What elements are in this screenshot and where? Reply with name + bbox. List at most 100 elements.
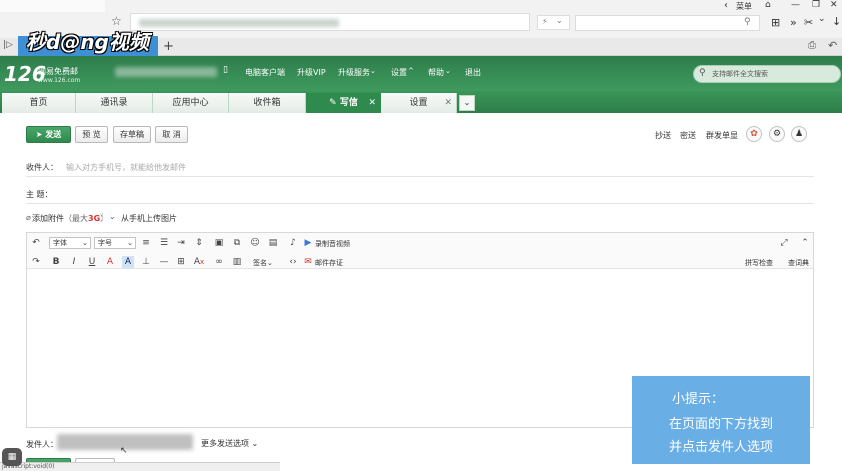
mail-header: 126 网易免费邮 www.126.com ▯ 电脑客户端 升级VIP 升级服务… [0,56,842,91]
menu-label[interactable]: 菜单 [736,1,752,12]
collapse-icon[interactable]: ⌃ [799,237,811,249]
link-upgrade-vip[interactable]: 升级VIP [297,67,326,78]
tab-contacts[interactable]: 通讯录 [76,93,153,113]
tab-close-icon[interactable]: ✕ [444,93,452,113]
skin-icon[interactable]: ⌂ [765,0,771,10]
font-family-select[interactable]: 字体 ⌄ [49,237,91,249]
tab-app-center[interactable]: 应用中心 [153,93,229,113]
user-icon[interactable]: ♟ [791,126,807,142]
attach-size: 3G [88,214,101,223]
mail-certify-button[interactable]: 邮件存证 [315,258,343,268]
chevron-up-icon[interactable]: ^ [408,67,414,75]
preview-button[interactable]: 预 览 [75,126,108,143]
tab-inbox[interactable]: 收件箱 [229,93,306,113]
tab-close-icon[interactable]: ✕ [368,93,376,113]
link-settings[interactable]: 设置 [391,67,407,78]
more-tabs-button[interactable]: ⌄ [459,95,475,111]
mouse-cursor-icon: ↖ [120,446,128,456]
add-attachment-label: 添加附件 [32,214,64,223]
bcc-link[interactable]: 密送 [680,130,696,141]
divider [26,203,814,204]
tab-settings[interactable]: 设置 ✕ [381,93,457,113]
scissors-icon[interactable]: ✂ [804,16,813,29]
separator: | [101,212,104,221]
screenshot-icon[interactable]: ⧉ [231,237,243,249]
line-height-icon[interactable]: ⇕ [193,237,205,249]
save-draft-button[interactable]: 存草稿 [113,126,151,143]
fill-icon[interactable]: ⊥ [140,256,152,268]
browser-search[interactable]: ⚲ [575,15,760,31]
sender-label[interactable]: 发件人： [26,439,58,450]
close-icon[interactable]: ✕ [830,0,838,10]
grid-icon[interactable]: ⊞ [771,16,780,29]
gear-icon[interactable]: ⚙ [769,126,785,142]
template-icon[interactable]: ▤ [267,237,279,249]
doc-icon[interactable]: ▥ [231,256,243,268]
italic-icon[interactable]: I [68,256,80,268]
emoji-icon[interactable]: ☺ [249,237,261,249]
address-bar[interactable] [130,13,530,31]
font-color-icon[interactable]: A [104,256,116,268]
sidebar-toggle-icon[interactable]: |▷ [3,40,13,50]
redo-icon[interactable]: ↷ [30,256,42,268]
mobile-upload-link[interactable]: 从手机上传图片 [121,213,177,224]
bold-icon[interactable]: B [50,256,62,268]
more-icon[interactable]: » [790,16,797,29]
spellcheck-link[interactable]: 拼写检查 [745,258,773,268]
underline-icon[interactable]: U [86,256,98,268]
link-icon[interactable]: ∞ [213,256,225,268]
print-icon[interactable]: ⎙ [808,40,816,51]
restore-icon[interactable]: ❐ [812,0,820,10]
chevron-down-icon[interactable]: ⌄ [109,212,116,221]
highlight-icon[interactable]: A [122,256,134,268]
clear-format-icon[interactable]: Ax [193,256,205,268]
font-size-select[interactable]: 字号 ⌄ [94,237,136,249]
microphone-icon[interactable]: ♪ [287,237,299,249]
link-help[interactable]: 帮助 [428,67,444,78]
source-code-icon[interactable]: ‹› [287,256,299,268]
video-record-icon[interactable]: ▶ [302,237,314,249]
table-icon[interactable]: ⊞ [175,256,187,268]
undo-icon[interactable]: ↶ [30,237,42,249]
image-icon[interactable]: ▣ [213,237,225,249]
link-logout[interactable]: 退出 [465,67,481,78]
mail-search-input[interactable]: ⚲ 支持邮件全文搜索 [693,65,841,83]
tab-compose-label: 写信 [339,98,358,108]
tab-home[interactable]: 首页 [2,93,76,113]
more-send-options-link[interactable]: 更多发送选项 ⌄ [201,438,258,449]
stationery-icon[interactable]: ✿ [746,126,762,142]
tab-compose[interactable]: ✎ 写信 ✕ [306,93,381,113]
video-watermark-logo: 秒d@ng视频 [26,30,149,54]
group-send-link[interactable]: 群发单显 [706,130,738,141]
dictionary-link[interactable]: 查词典 [788,258,809,268]
link-desktop-client[interactable]: 电脑客户端 [245,67,285,78]
search-icon[interactable]: ⚲ [744,17,751,27]
certify-icon[interactable]: ✉ [302,256,314,268]
back-icon[interactable]: ‹ [724,0,728,11]
address-mode[interactable]: ⚡ ⌄ [537,15,570,30]
expand-icon[interactable]: ⤢ [778,237,790,249]
new-tab-icon[interactable]: + [163,39,174,54]
phone-icon[interactable]: ▯ [223,65,228,75]
bullet-list-icon[interactable]: ☰ [158,237,170,249]
horizontal-rule-icon[interactable]: — [158,256,170,268]
undo-icon[interactable]: ↶ [828,39,837,52]
download-icon[interactable]: ↓ [832,15,841,28]
app-dock-icon[interactable]: ▦ [2,448,22,466]
subject-input[interactable] [66,186,814,200]
chevron-down-icon[interactable]: ⌄ [370,67,376,75]
signature-select[interactable]: 签名⌄ [253,258,273,268]
add-attachment-link[interactable]: 添加附件（最大3G） [32,213,108,224]
link-upgrade-service[interactable]: 升级服务 [338,67,370,78]
chevron-down-icon[interactable]: ⌄ [818,14,826,24]
indent-icon[interactable]: ⇥ [175,237,187,249]
chevron-down-icon[interactable]: ⌄ [445,67,451,75]
chevron-down-icon: ⌄ [267,259,273,267]
record-av-button[interactable]: 录制音视频 [315,239,350,249]
align-left-icon[interactable]: ≡ [140,237,152,249]
minimize-icon[interactable]: — [791,0,800,10]
recipient-input[interactable]: 输入对方手机号，就能给他发邮件 [66,162,796,174]
send-button[interactable]: ➤ 发送 [26,126,71,143]
cancel-button[interactable]: 取 消 [155,126,188,143]
cc-link[interactable]: 抄送 [655,130,671,141]
